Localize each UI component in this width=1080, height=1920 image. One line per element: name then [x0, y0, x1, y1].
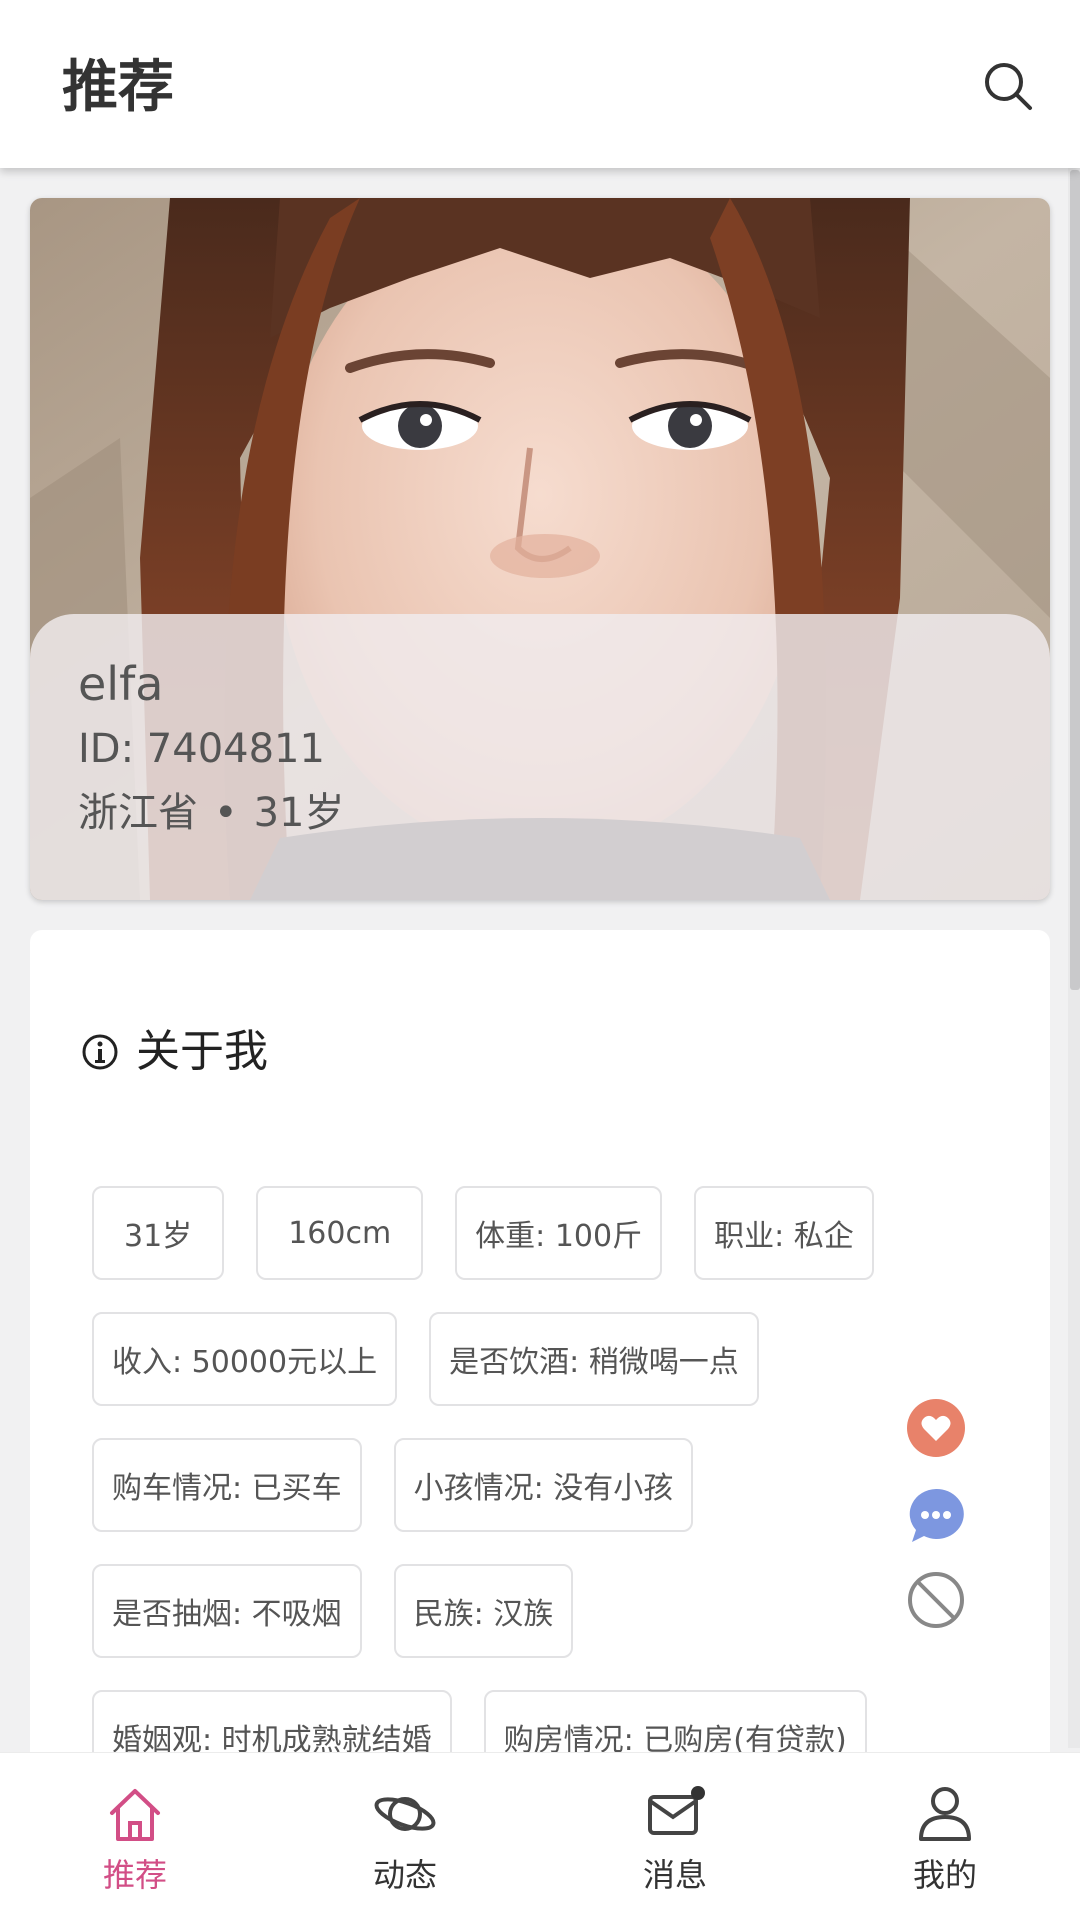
- nav-label-messages: 消息: [642, 1856, 707, 1894]
- tag-occupation: 职业: 私企: [694, 1186, 874, 1280]
- nav-item-recommend[interactable]: 推荐: [0, 1753, 270, 1920]
- separator-dot: •: [214, 790, 238, 836]
- profile-card[interactable]: elfa ID: 7404811 浙江省 • 31岁: [30, 198, 1050, 900]
- search-icon[interactable]: [980, 58, 1036, 114]
- nav-label-mine: 我的: [912, 1856, 977, 1894]
- person-icon: [919, 1787, 971, 1841]
- nickname: elfa: [78, 657, 164, 711]
- home-icon: [110, 1789, 160, 1841]
- user-id: ID: 7404811: [78, 726, 325, 772]
- heart-icon[interactable]: [906, 1398, 966, 1458]
- profile-tags: 31岁 160cm 体重: 100斤 职业: 私企 收入: 50000元以上 是…: [92, 1186, 992, 1816]
- mail-icon: [648, 1786, 705, 1835]
- bottom-nav: 推荐 动态 消息 我的: [0, 1752, 1080, 1920]
- nav-label-recommend: 推荐: [102, 1856, 167, 1894]
- chat-bubble-icon[interactable]: [906, 1486, 966, 1546]
- page-title: 推荐: [62, 55, 174, 120]
- app-header: 推荐: [0, 0, 1080, 168]
- tag-income: 收入: 50000元以上: [92, 1312, 398, 1406]
- block-icon[interactable]: [906, 1570, 966, 1630]
- scrollbar-thumb[interactable]: [1070, 170, 1080, 990]
- province: 浙江省: [78, 790, 198, 836]
- age: 31岁: [253, 790, 345, 836]
- tag-height: 160cm: [256, 1186, 424, 1280]
- tag-smoking: 是否抽烟: 不吸烟: [92, 1564, 362, 1658]
- about-me-title: 关于我: [136, 1026, 268, 1077]
- tag-age: 31岁: [92, 1186, 225, 1280]
- tag-drinking: 是否饮酒: 稍微喝一点: [429, 1312, 759, 1406]
- profile-info-overlay: elfa ID: 7404811 浙江省 • 31岁: [30, 614, 1050, 900]
- about-me-heading: 关于我: [80, 1022, 268, 1082]
- nav-label-moments: 动态: [372, 1856, 437, 1894]
- nav-item-messages[interactable]: 消息: [540, 1753, 810, 1920]
- nav-item-moments[interactable]: 动态: [270, 1753, 540, 1920]
- location-age: 浙江省 • 31岁: [78, 788, 345, 838]
- info-icon: [80, 1032, 120, 1072]
- tag-ethnicity: 民族: 汉族: [393, 1564, 574, 1658]
- about-me-card: 关于我 31岁 160cm 体重: 100斤 职业: 私企 收入: 50000元…: [30, 930, 1050, 1830]
- tag-children: 小孩情况: 没有小孩: [393, 1438, 694, 1532]
- nav-item-mine[interactable]: 我的: [810, 1753, 1080, 1920]
- tag-car: 购车情况: 已买车: [92, 1438, 362, 1532]
- tag-weight: 体重: 100斤: [455, 1186, 663, 1280]
- planet-icon: [374, 1797, 436, 1831]
